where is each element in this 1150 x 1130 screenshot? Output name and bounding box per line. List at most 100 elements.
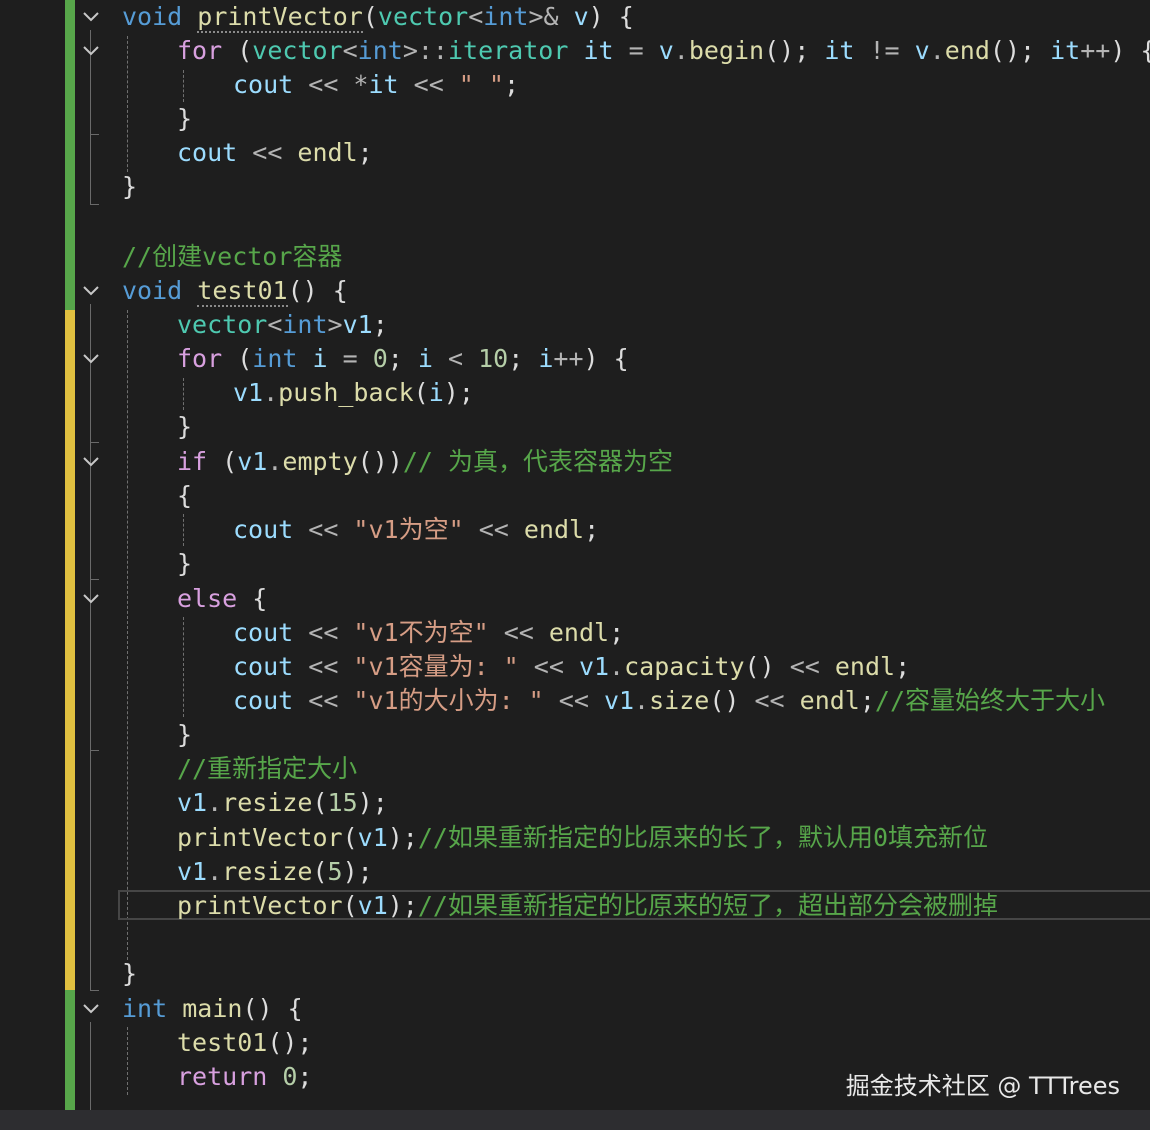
code-line[interactable]: void printVector(vector<int>& v) { (122, 0, 634, 34)
collapse-chevron-icon[interactable] (80, 6, 102, 28)
code-token: { (252, 584, 268, 613)
code-line[interactable]: } (122, 957, 137, 991)
code-token: v1 (237, 447, 268, 476)
code-line[interactable]: cout << *it << " "; (233, 68, 519, 102)
code-line[interactable]: int main() { (122, 992, 303, 1026)
code-token: ); (387, 891, 418, 920)
code-token: ; (503, 70, 520, 99)
code-line[interactable]: } (177, 547, 192, 581)
code-token: 5 (327, 857, 343, 886)
code-token: ); (443, 378, 474, 407)
code-token: << (308, 686, 354, 715)
code-token: . (634, 686, 650, 715)
code-token: it (583, 36, 629, 65)
code-token: cout (233, 618, 309, 647)
collapse-chevron-icon[interactable] (80, 998, 102, 1020)
code-line[interactable]: //创建vector容器 (122, 240, 342, 274)
code-token: end (944, 36, 990, 65)
code-token: << (413, 70, 459, 99)
code-line[interactable]: return 0; (177, 1060, 312, 1094)
fold-region-line (90, 612, 91, 750)
code-token: printVector (177, 891, 343, 920)
code-token: ( (413, 378, 429, 407)
code-token: ++ (1080, 36, 1111, 65)
code-line[interactable]: if (v1.empty())// 为真，代表容器为空 (177, 445, 673, 479)
indent-guide (183, 617, 184, 717)
code-token: ; (372, 310, 388, 339)
code-token: resize (222, 857, 313, 886)
code-token: << (478, 515, 524, 544)
code-token: 10 (478, 344, 509, 373)
code-line[interactable]: cout << "v1为空" << endl; (233, 513, 599, 547)
code-line[interactable]: cout << "v1容量为: " << v1.capacity() << en… (233, 650, 910, 684)
code-line[interactable]: printVector(v1);//如果重新指定的比原来的长了，默认用0填充新位 (177, 821, 988, 855)
code-token: ); (387, 823, 418, 852)
code-line[interactable]: } (122, 170, 137, 204)
collapse-chevron-icon[interactable] (80, 280, 102, 302)
code-line[interactable]: test01(); (177, 1026, 312, 1060)
code-line[interactable]: v1.resize(5); (177, 855, 373, 889)
indent-guide (183, 378, 184, 410)
code-token: v1 (578, 652, 610, 681)
code-token: << (308, 618, 354, 647)
code-token: test01 (177, 1028, 268, 1057)
code-token: > (327, 310, 343, 339)
code-token: v1 (233, 378, 264, 407)
code-editor[interactable]: void printVector(vector<int>& v) {for (v… (0, 0, 1150, 1110)
code-line[interactable]: { (177, 479, 192, 513)
indent-guide (127, 310, 128, 960)
code-line[interactable]: cout << "v1的大小为: " << v1.size() << endl;… (233, 684, 1105, 718)
code-token: i (417, 344, 448, 373)
code-token: void (122, 2, 198, 31)
code-token: cout (233, 515, 309, 544)
code-line[interactable]: else { (177, 582, 267, 616)
fold-region-line (90, 1022, 91, 1110)
code-token: (); (764, 36, 825, 65)
collapse-chevron-icon[interactable] (80, 40, 102, 62)
code-token: ( (312, 857, 328, 886)
code-token: v1 (177, 788, 208, 817)
code-token: ) { (583, 344, 629, 373)
code-token: "v1的大小为: " (353, 686, 559, 715)
code-token: << (558, 686, 604, 715)
code-line[interactable]: //重新指定大小 (177, 752, 357, 786)
code-token: < (342, 36, 358, 65)
code-token: 0 (282, 1062, 298, 1091)
code-token: v1 (357, 823, 388, 852)
code-token: endl (799, 686, 860, 715)
indent-guide (127, 36, 128, 172)
code-line[interactable]: void test01() { (122, 274, 348, 308)
code-token: ; (584, 515, 600, 544)
code-line[interactable]: v1.resize(15); (177, 786, 388, 820)
code-line[interactable]: cout << endl; (177, 136, 373, 170)
code-token: resize (222, 788, 313, 817)
code-line[interactable]: cout << "v1不为空" << endl; (233, 616, 624, 650)
code-token: vector (252, 36, 343, 65)
status-bar (0, 1110, 1150, 1130)
code-line[interactable]: } (177, 410, 192, 444)
code-token: // 为真，代表容器为空 (402, 447, 673, 476)
code-token: int (357, 36, 403, 65)
indent-guide (183, 70, 184, 102)
code-line[interactable]: for (vector<int>::iterator it = v.begin(… (177, 34, 1150, 68)
code-line[interactable]: v1.push_back(i); (233, 376, 474, 410)
collapse-chevron-icon[interactable] (80, 588, 102, 610)
code-token: ; (859, 686, 875, 715)
code-line[interactable]: } (177, 102, 192, 136)
code-token: (); (267, 1028, 313, 1057)
code-token: << (754, 686, 800, 715)
code-token: 15 (327, 788, 358, 817)
code-token: ); (342, 857, 373, 886)
code-line[interactable]: printVector(v1);//如果重新指定的比原来的短了，超出部分会被删掉 (177, 889, 998, 923)
code-line[interactable]: vector<int>v1; (177, 308, 388, 342)
code-token: if (177, 447, 223, 476)
code-line[interactable]: for (int i = 0; i < 10; i++) { (177, 342, 629, 376)
collapse-chevron-icon[interactable] (80, 451, 102, 473)
code-token: capacity (624, 652, 745, 681)
collapse-chevron-icon[interactable] (80, 348, 102, 370)
fold-region-line (90, 475, 91, 579)
code-token: < (468, 2, 484, 31)
code-line[interactable]: } (177, 718, 192, 752)
code-token: printVector (197, 2, 363, 33)
fold-region-end (90, 990, 99, 991)
